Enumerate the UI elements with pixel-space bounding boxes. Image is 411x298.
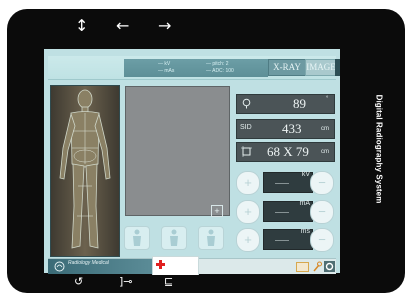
tab-edge: [335, 59, 340, 76]
position-button-2[interactable]: [161, 226, 187, 250]
sid-value: 433: [282, 121, 302, 136]
app-screen: — kV — mAs — pitch: 2 — ADC: 100 X-RAY I…: [44, 49, 340, 275]
angle-readout: 89 °: [236, 94, 335, 114]
sid-label: SID: [240, 124, 252, 131]
back-arrow-icon[interactable]: ←: [116, 18, 129, 34]
ms-minus-button[interactable]: −: [310, 228, 334, 252]
stripe-text: — pitch: 2: [206, 61, 229, 67]
tab-xray[interactable]: X-RAY: [268, 59, 306, 76]
medical-cross-icon: [156, 260, 165, 269]
field-size-value: 68 X 79: [267, 144, 309, 159]
brand-name: Radiology Medical: [68, 260, 109, 266]
kv-unit: kV: [301, 171, 310, 178]
body-figure-icon: [59, 89, 111, 249]
kv-plus-button[interactable]: +: [236, 171, 260, 195]
app-title-text: Digital Radiography System: [374, 94, 384, 204]
top-navigation: ↕ ← →: [7, 9, 405, 45]
person-icon: [133, 229, 141, 246]
ma-field[interactable]: —— mA: [263, 200, 313, 222]
tab-image[interactable]: IMAGE: [305, 59, 337, 76]
ma-stepper: + —— mA −: [236, 200, 334, 224]
field-size-unit: cm: [321, 149, 329, 155]
person-icon: [170, 229, 178, 246]
kv-stepper: + —— kV −: [236, 171, 334, 195]
position-button-3[interactable]: [198, 226, 224, 250]
resize-icon[interactable]: ↕: [75, 18, 88, 34]
settings-toggle-icon[interactable]: ⊑: [164, 276, 173, 287]
kv-minus-button[interactable]: −: [310, 171, 334, 195]
angle-unit: °: [326, 96, 329, 102]
ma-minus-button[interactable]: −: [310, 200, 334, 224]
recent-apps-icon[interactable]: ]⊸: [119, 276, 133, 287]
sid-readout: SID 433 cm: [236, 119, 335, 139]
stripe-text: — ADC: 100: [206, 68, 234, 74]
ms-field[interactable]: —— ms: [263, 228, 313, 250]
bottom-navigation: ↺ ]⊸ ⊑: [7, 271, 405, 293]
exposure-controls: 89 ° SID 433 cm 68 X 79 cm + —— kV − + —…: [232, 90, 336, 255]
angle-icon: [242, 98, 251, 109]
angle-value: 89: [293, 96, 306, 111]
ma-plus-button[interactable]: +: [236, 200, 260, 224]
xray-image-area[interactable]: [125, 86, 230, 216]
ma-value: ——: [275, 209, 289, 216]
status-stripe: — kV — mAs — pitch: 2 — ADC: 100: [124, 59, 268, 77]
stripe-text: — mAs: [158, 68, 175, 74]
sid-unit: cm: [321, 126, 329, 132]
stripe-text: — kV: [158, 61, 171, 67]
person-icon: [207, 229, 215, 246]
position-button-1[interactable]: [124, 226, 150, 250]
ms-value: ——: [275, 237, 289, 244]
anatomy-panel[interactable]: [50, 85, 120, 257]
field-size-readout: 68 X 79 cm: [236, 142, 335, 162]
kv-field[interactable]: —— kV: [263, 171, 313, 193]
tablet-frame: ↕ ← → Digital Radiography System — kV — …: [7, 9, 405, 293]
add-image-button[interactable]: +: [211, 205, 223, 217]
field-size-icon: [241, 146, 252, 157]
forward-arrow-icon[interactable]: →: [158, 18, 171, 34]
ma-unit: mA: [299, 200, 311, 207]
back-icon[interactable]: ↺: [74, 276, 83, 287]
ms-plus-button[interactable]: +: [236, 228, 260, 252]
ms-stepper: + —— ms −: [236, 228, 334, 252]
app-title: Digital Radiography System: [365, 51, 393, 247]
ms-unit: ms: [300, 228, 310, 235]
kv-value: ——: [275, 180, 289, 187]
